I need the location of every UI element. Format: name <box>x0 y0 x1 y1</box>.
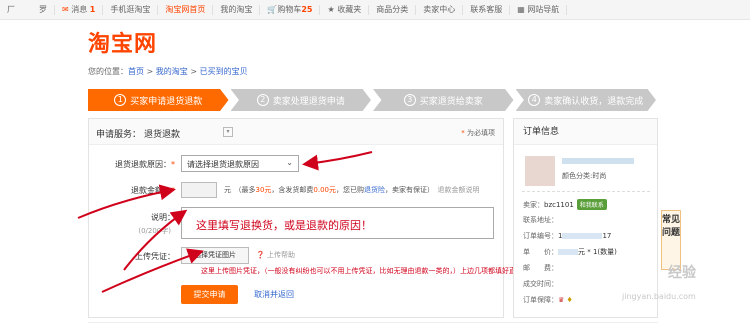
order-number-row: 订单编号：1 17 <box>523 232 612 240</box>
breadcrumb-home[interactable]: 首页 <box>128 67 144 76</box>
step-label: 买家申请退货退款 <box>130 96 203 107</box>
watermark-url: jingyan.baidu.com <box>622 292 696 301</box>
service-row: 申请服务： 退货退款 ▾ * 为必填项 <box>89 119 503 145</box>
step-4: 4 卖家确认收货，退款完成 <box>515 89 656 111</box>
postage-row: 邮 费： <box>523 264 558 272</box>
order-info-panel: 订单信息 颜色分类:时尚 卖家：bzc1101 和我联系 联系地址： 订单编号：1… <box>513 118 658 318</box>
seller-row: 卖家：bzc1101 和我联系 <box>523 199 607 210</box>
divider <box>88 322 658 323</box>
time-row: 成交时间： <box>523 280 558 288</box>
submit-button[interactable]: 提交申请 <box>181 285 238 304</box>
help-icon: ❓ <box>256 251 265 259</box>
required-hint: * 为必填项 <box>461 129 495 137</box>
step-label: 卖家处理退货申请 <box>272 96 345 107</box>
breadcrumb: 您的位置：首页 > 我的淘宝 > 已买到的宝贝 <box>88 66 248 77</box>
top-navigation-bar: 厂 罗 ✉ 消息 1 手机逛淘宝 淘宝网首页 我的淘宝 🛒购物车25 ★ 收藏夹… <box>0 0 750 20</box>
seller-center-link[interactable]: 卖家中心 <box>416 4 464 15</box>
grid-icon: ▦ <box>517 4 525 14</box>
chevron-down-icon: ⌄ <box>286 158 293 167</box>
star-icon: ★ <box>327 4 335 14</box>
reason-select[interactable]: 请选择退货退款原因 ⌄ <box>181 155 299 172</box>
upload-label: 上传凭证： <box>135 252 175 261</box>
my-taobao-link[interactable]: 我的淘宝 <box>213 4 261 15</box>
breadcrumb-separator: > <box>144 67 156 76</box>
cart-link[interactable]: 🛒购物车25 <box>260 4 321 15</box>
chevron-down-icon[interactable]: ▾ <box>223 127 233 137</box>
step-number: 3 <box>403 94 416 106</box>
address-row: 联系地址： <box>523 216 558 224</box>
service-value: 退货退款 <box>144 130 181 140</box>
guarantee-icon-2: ♦ <box>566 296 573 304</box>
cart-icon: 🛒 <box>267 4 278 14</box>
contact-seller-button[interactable]: 和我联系 <box>576 199 607 210</box>
favorites-link[interactable]: ★ 收藏夹 <box>320 4 370 15</box>
mail-icon: ✉ <box>62 4 69 14</box>
watermark-logo: 经验 <box>668 265 696 281</box>
divider <box>522 191 650 192</box>
step-number: 1 <box>114 94 127 106</box>
user-name[interactable]: 厂 罗 <box>0 4 55 15</box>
order-info-title: 订单信息 <box>514 119 657 145</box>
refund-form-panel: 申请服务： 退货退款 ▾ * 为必填项 退货退款原因：* 请选择退货退款原因 ⌄ … <box>88 118 572 318</box>
step-2: 2 卖家处理退货申请 <box>230 89 371 111</box>
step-3: 3 买家退货给卖家 <box>373 89 514 111</box>
refund-progress-steps: 1 买家申请退货退款 2 卖家处理退货申请 3 买家退货给卖家 4 卖家确认收货，退款完… <box>88 89 658 111</box>
amount-note: 元 （最多30元，含发货邮费0.00元，您已购退货险，卖家有保证） 退款金额说明 <box>224 186 480 194</box>
reason-select-value: 请选择退货退款原因 <box>187 160 259 169</box>
breadcrumb-prefix: 您的位置： <box>88 67 128 76</box>
description-annotation: 这里填写退换货，或是退款的原因！ <box>196 219 372 232</box>
char-counter: (0/200字) <box>138 227 171 235</box>
guarantee-icon: ♛ <box>558 296 565 304</box>
step-label: 卖家确认收货，退款完成 <box>544 96 644 107</box>
service-label: 申请服务： <box>96 130 142 140</box>
step-label: 买家退货给卖家 <box>419 96 483 107</box>
cancel-link[interactable]: 取消并返回 <box>254 289 294 300</box>
mobile-taobao-link[interactable]: 手机逛淘宝 <box>103 4 159 15</box>
description-label: 说明： <box>151 213 175 222</box>
breadcrumb-my-taobao[interactable]: 我的淘宝 <box>156 67 188 76</box>
step-number: 4 <box>528 94 541 106</box>
product-thumbnail[interactable] <box>525 156 555 186</box>
amount-input[interactable] <box>181 182 217 198</box>
product-color: 颜色分类:时尚 <box>562 172 607 180</box>
step-number: 2 <box>256 94 269 106</box>
upload-image-button[interactable]: 选择凭证图片 <box>181 247 249 264</box>
step-1: 1 买家申请退货退款 <box>88 89 229 111</box>
upload-help-link[interactable]: ❓ 上传帮助 <box>256 250 295 260</box>
amount-label: 退款金额：* <box>131 186 175 195</box>
breadcrumb-separator: > <box>187 67 200 76</box>
description-textarea[interactable]: 这里填写退换货，或是退款的原因！ <box>181 207 494 239</box>
breadcrumb-bought[interactable]: 已买到的宝贝 <box>200 67 248 76</box>
faq-tab[interactable]: 常见问题 <box>661 210 681 270</box>
reason-label: 退货退款原因：* <box>115 160 175 169</box>
guarantee-row: 订单保障：♛ ♦ <box>523 296 573 304</box>
site-nav-link[interactable]: ▦ 网站导航 <box>510 4 568 15</box>
taobao-logo[interactable]: 淘宝网 <box>88 26 157 58</box>
categories-link[interactable]: 商品分类 <box>369 4 417 15</box>
product-title-blurred[interactable] <box>562 158 634 164</box>
taobao-home-link[interactable]: 淘宝网首页 <box>158 4 214 15</box>
messages-link[interactable]: ✉ 消息 1 <box>55 4 104 15</box>
price-row: 单 价：元 * 1(数量) <box>523 248 617 256</box>
contact-service-link[interactable]: 联系客服 <box>463 4 511 15</box>
